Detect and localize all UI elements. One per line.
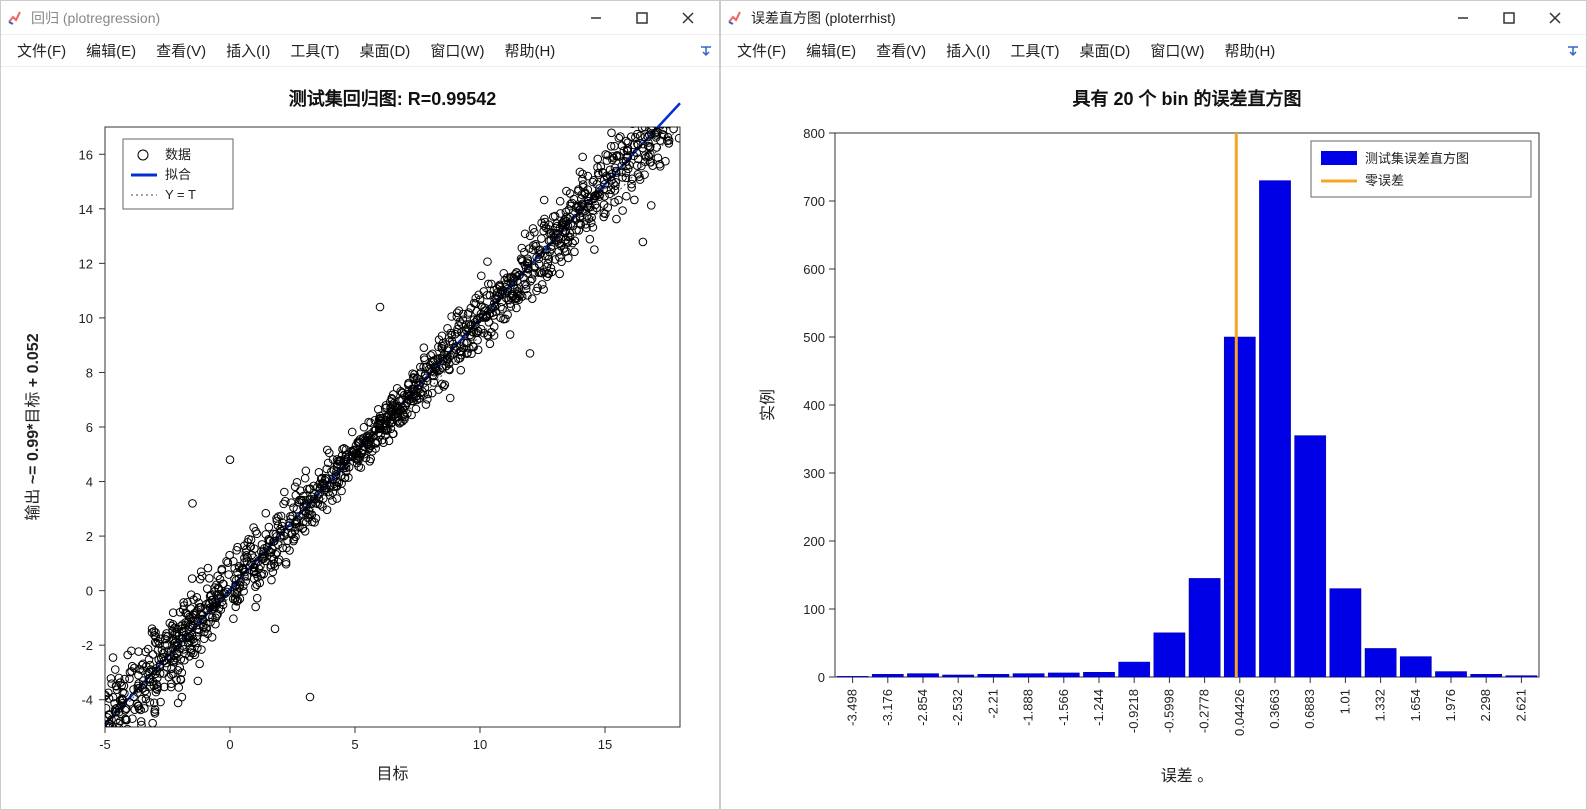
svg-text:-3.498: -3.498 (844, 689, 859, 726)
menu-file[interactable]: 文件(F) (729, 36, 794, 65)
svg-text:700: 700 (803, 194, 825, 209)
svg-text:2.621: 2.621 (1513, 689, 1528, 722)
svg-text:-0.9218: -0.9218 (1126, 689, 1141, 733)
svg-text:0: 0 (86, 584, 93, 599)
menubar-right: 文件(F) 编辑(E) 查看(V) 插入(I) 工具(T) 桌面(D) 窗口(W… (721, 35, 1586, 67)
svg-text:16: 16 (79, 147, 93, 162)
svg-text:测试集回归图: R=0.99542: 测试集回归图: R=0.99542 (289, 88, 497, 109)
svg-text:-1.244: -1.244 (1091, 689, 1106, 726)
menu-view[interactable]: 查看(V) (868, 36, 934, 65)
svg-text:1.654: 1.654 (1407, 689, 1422, 722)
svg-text:2: 2 (86, 529, 93, 544)
svg-text:-5: -5 (99, 737, 111, 752)
titlebar-left[interactable]: 回归 (plotregression) (1, 1, 719, 35)
svg-text:8: 8 (86, 365, 93, 380)
svg-text:800: 800 (803, 126, 825, 141)
menu-window[interactable]: 窗口(W) (1142, 36, 1212, 65)
matlab-icon (7, 10, 23, 26)
svg-text:零误差: 零误差 (1365, 173, 1404, 188)
svg-text:1.01: 1.01 (1337, 689, 1352, 714)
svg-text:10: 10 (79, 311, 93, 326)
svg-text:400: 400 (803, 398, 825, 413)
window-title: 误差直方图 (ploterrhist) (751, 8, 896, 28)
svg-text:-2.21: -2.21 (985, 689, 1000, 719)
svg-text:Y = T: Y = T (165, 187, 196, 202)
svg-text:100: 100 (803, 602, 825, 617)
svg-text:-1.566: -1.566 (1055, 689, 1070, 726)
svg-text:14: 14 (79, 202, 93, 217)
svg-text:300: 300 (803, 466, 825, 481)
menu-insert[interactable]: 插入(I) (218, 36, 278, 65)
svg-text:-2.532: -2.532 (950, 689, 965, 726)
svg-text:-2.854: -2.854 (915, 689, 930, 726)
svg-text:-1.888: -1.888 (1020, 689, 1035, 726)
menu-help[interactable]: 帮助(H) (496, 36, 563, 65)
svg-text:-4: -4 (81, 693, 93, 708)
regression-canvas: 测试集回归图: R=0.99542 -5 0 5 10 15 -4 -2 0 2 4 6 8 10 12 14… (1, 67, 719, 809)
menu-file[interactable]: 文件(F) (9, 36, 74, 65)
svg-text:具有 20 个 bin 的误差直方图: 具有 20 个 bin 的误差直方图 (1072, 88, 1301, 109)
menu-edit[interactable]: 编辑(E) (798, 36, 864, 65)
close-button[interactable] (665, 2, 711, 34)
menu-tools[interactable]: 工具(T) (282, 36, 347, 65)
svg-text:-0.2778: -0.2778 (1196, 689, 1211, 733)
regression-window: 回归 (plotregression) 文件(F) 编辑(E) 查看(V) 插入… (0, 0, 720, 810)
svg-text:误差 。: 误差 。 (1160, 767, 1212, 785)
menu-window[interactable]: 窗口(W) (422, 36, 492, 65)
menubar-left: 文件(F) 编辑(E) 查看(V) 插入(I) 工具(T) 桌面(D) 窗口(W… (1, 35, 719, 67)
maximize-button[interactable] (1486, 2, 1532, 34)
titlebar-right[interactable]: 误差直方图 (ploterrhist) (721, 1, 1586, 35)
svg-text:拟合: 拟合 (165, 167, 191, 182)
menu-edit[interactable]: 编辑(E) (78, 36, 144, 65)
matlab-icon (727, 10, 743, 26)
svg-text:0.3663: 0.3663 (1267, 689, 1282, 729)
svg-text:500: 500 (803, 330, 825, 345)
minimize-button[interactable] (1440, 2, 1486, 34)
svg-text:200: 200 (803, 534, 825, 549)
menu-view[interactable]: 查看(V) (148, 36, 214, 65)
errhist-window: 误差直方图 (ploterrhist) 文件(F) 编辑(E) 查看(V) 插入… (720, 0, 1587, 810)
maximize-button[interactable] (619, 2, 665, 34)
svg-text:-0.5998: -0.5998 (1161, 689, 1176, 733)
menu-desktop[interactable]: 桌面(D) (1071, 36, 1138, 65)
svg-text:数据: 数据 (165, 147, 191, 162)
svg-text:5: 5 (351, 737, 358, 752)
svg-text:600: 600 (803, 262, 825, 277)
menu-overflow-icon[interactable] (697, 41, 715, 59)
menu-overflow-icon[interactable] (1564, 41, 1582, 59)
svg-text:-3.176: -3.176 (879, 689, 894, 726)
svg-text:10: 10 (473, 737, 487, 752)
svg-text:1.976: 1.976 (1443, 689, 1458, 722)
svg-text:12: 12 (79, 256, 93, 271)
svg-text:0: 0 (226, 737, 233, 752)
svg-text:实例: 实例 (759, 389, 777, 421)
menu-help[interactable]: 帮助(H) (1216, 36, 1283, 65)
menu-insert[interactable]: 插入(I) (938, 36, 998, 65)
menu-tools[interactable]: 工具(T) (1002, 36, 1067, 65)
svg-text:15: 15 (598, 737, 612, 752)
svg-text:测试集误差直方图: 测试集误差直方图 (1365, 151, 1469, 166)
errhist-chart: 具有 20 个 bin 的误差直方图 0 100 200 300 400 500 600 700… (739, 77, 1569, 797)
svg-text:4: 4 (86, 475, 93, 490)
minimize-button[interactable] (573, 2, 619, 34)
svg-text:6: 6 (86, 420, 93, 435)
svg-text:输出 ~= 0.99*目标 + 0.052: 输出 ~= 0.99*目标 + 0.052 (24, 333, 42, 520)
svg-text:0.04426: 0.04426 (1231, 689, 1246, 736)
window-title: 回归 (plotregression) (31, 8, 160, 28)
errhist-canvas: 具有 20 个 bin 的误差直方图 0 100 200 300 400 500 600 700… (721, 67, 1586, 809)
close-button[interactable] (1532, 2, 1578, 34)
svg-text:0.6883: 0.6883 (1302, 689, 1317, 729)
svg-text:目标: 目标 (376, 765, 408, 783)
svg-text:0: 0 (817, 670, 824, 685)
svg-text:1.332: 1.332 (1372, 689, 1387, 722)
menu-desktop[interactable]: 桌面(D) (351, 36, 418, 65)
svg-text:2.298: 2.298 (1478, 689, 1493, 722)
regression-chart: 测试集回归图: R=0.99542 -5 0 5 10 15 -4 -2 0 2 4 6 8 10 12 14… (10, 77, 710, 797)
svg-text:-2: -2 (81, 638, 93, 653)
